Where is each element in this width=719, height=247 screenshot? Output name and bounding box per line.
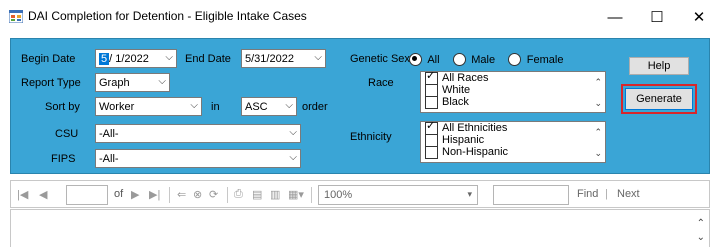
- next-link[interactable]: Next: [617, 188, 640, 200]
- race-item-black[interactable]: Black: [421, 95, 605, 109]
- race-item-label: All Races: [442, 72, 489, 84]
- sort-by-value: Worker: [99, 100, 135, 113]
- zoom-value: 100%: [324, 189, 353, 201]
- report-type-value: Graph: [99, 76, 130, 89]
- generate-button[interactable]: Generate: [625, 88, 693, 110]
- sex-radio-male[interactable]: [452, 53, 466, 67]
- race-listbox[interactable]: All Races White Black ⌃ ⌄: [420, 70, 606, 113]
- ethnicity-listbox[interactable]: All Ethnicities Hispanic Non-Hispanic ⌃ …: [420, 120, 606, 163]
- ethnicity-item-hispanic[interactable]: Hispanic: [421, 133, 605, 147]
- sex-option-all: All: [427, 54, 440, 66]
- ethnicity-item-all[interactable]: All Ethnicities: [421, 120, 605, 135]
- scroll-up-icon[interactable]: ⌃: [594, 77, 602, 88]
- first-page-icon[interactable]: |◀: [17, 188, 28, 201]
- ethnicity-item-label: Non-Hispanic: [442, 146, 509, 158]
- fips-value: -All-: [99, 152, 119, 165]
- genetic-sex-label: Genetic Sex: [350, 53, 410, 65]
- toolbar-separator: [169, 187, 170, 203]
- checkbox-icon[interactable]: [425, 145, 438, 159]
- find-link[interactable]: Find: [577, 188, 598, 200]
- race-item-label: White: [442, 84, 471, 96]
- fips-select[interactable]: -All- ⌵: [95, 149, 301, 168]
- scroll-up-icon[interactable]: ⌃: [594, 127, 602, 138]
- toolbar-separator: [311, 187, 312, 203]
- ethnicity-item-label: Hispanic: [442, 134, 485, 146]
- ethnicity-item-non-hispanic[interactable]: Non-Hispanic: [421, 145, 605, 159]
- print-icon[interactable]: ⎙: [234, 188, 243, 201]
- scroll-down-icon[interactable]: ⌄: [594, 98, 602, 109]
- app-icon: [9, 10, 23, 23]
- scroll-down-icon[interactable]: ⌄: [594, 148, 602, 159]
- toolbar-separator: [227, 187, 228, 203]
- chevron-down-icon: ▾: [467, 189, 472, 199]
- race-item-label: Black: [442, 96, 469, 108]
- scroll-up-icon[interactable]: ⌃: [697, 218, 705, 229]
- csu-value: -All-: [99, 127, 119, 140]
- sex-option-male: Male: [471, 54, 496, 66]
- export-icon[interactable]: ▦▾: [288, 188, 304, 201]
- parameters-panel: Begin Date 5 / 1/2022 ⌵ End Date 5/31/20…: [10, 38, 710, 174]
- stop-icon[interactable]: ⊗: [193, 188, 202, 201]
- chevron-down-icon: ⌵: [289, 127, 297, 138]
- race-label: Race: [368, 77, 394, 89]
- end-date-picker[interactable]: 5/31/2022 ⌵: [241, 49, 326, 68]
- previous-page-icon[interactable]: ◀: [39, 188, 47, 201]
- of-label: of: [114, 188, 124, 200]
- back-icon[interactable]: ⇐: [177, 188, 186, 201]
- chevron-down-icon: ⌵: [190, 100, 198, 111]
- find-separator: |: [605, 188, 608, 200]
- window-title: DAI Completion for Detention - Eligible …: [28, 9, 307, 23]
- chevron-down-icon: ⌵: [158, 76, 166, 87]
- in-label: in: [211, 101, 220, 113]
- race-item-white[interactable]: White: [421, 83, 605, 97]
- sex-option-female: Female: [526, 54, 564, 66]
- order-label: order: [302, 101, 328, 113]
- sort-by-select[interactable]: Worker ⌵: [95, 97, 202, 116]
- race-item-all[interactable]: All Races: [421, 70, 605, 85]
- checkbox-icon[interactable]: [425, 95, 438, 109]
- chevron-down-icon: ⌵: [314, 52, 322, 63]
- find-text-input[interactable]: [493, 185, 569, 205]
- page-setup-icon[interactable]: ▥: [270, 188, 280, 201]
- page-number-input[interactable]: [66, 185, 108, 205]
- report-type-label: Report Type: [21, 77, 81, 89]
- ethnicity-label: Ethnicity: [350, 131, 392, 143]
- next-page-icon[interactable]: ▶: [131, 188, 139, 201]
- csu-label: CSU: [55, 128, 79, 140]
- fips-label: FIPS: [51, 153, 76, 165]
- sex-radio-all[interactable]: [409, 53, 422, 67]
- sex-radio-group: All Male Female: [409, 52, 564, 67]
- begin-date-rest: / 1/2022: [109, 52, 149, 65]
- close-button[interactable]: ✕: [679, 0, 719, 34]
- order-value: ASC: [245, 100, 268, 113]
- end-date-value: 5/31/2022: [245, 52, 294, 65]
- begin-date-month: 5: [99, 52, 110, 65]
- title-bar: DAI Completion for Detention - Eligible …: [0, 0, 719, 34]
- report-viewer-area: ⌃ ⌄: [10, 209, 710, 247]
- refresh-icon[interactable]: ⟳: [209, 188, 218, 201]
- report-type-select[interactable]: Graph ⌵: [95, 73, 170, 92]
- scroll-down-icon[interactable]: ⌄: [697, 232, 705, 243]
- order-select[interactable]: ASC ⌵: [241, 97, 297, 116]
- sort-by-label: Sort by: [45, 101, 80, 113]
- csu-select[interactable]: -All- ⌵: [95, 124, 301, 143]
- minimize-button[interactable]: —: [595, 0, 635, 34]
- maximize-button[interactable]: ☐: [637, 0, 677, 34]
- chevron-down-icon: ⌵: [289, 152, 297, 163]
- begin-date-label: Begin Date: [21, 53, 76, 65]
- sex-radio-female[interactable]: [508, 53, 522, 67]
- help-button[interactable]: Help: [629, 57, 689, 75]
- end-date-label: End Date: [185, 53, 231, 65]
- last-page-icon[interactable]: ▶|: [149, 188, 160, 201]
- begin-date-picker[interactable]: 5 / 1/2022 ⌵: [95, 49, 177, 68]
- print-layout-icon[interactable]: ▤: [252, 188, 262, 201]
- report-toolbar: |◀ ◀ of ▶ ▶| ⇐ ⊗ ⟳ ⎙ ▤ ▥ ▦▾ 100% ▾ Find …: [10, 180, 710, 208]
- zoom-select[interactable]: 100% ▾: [318, 185, 478, 205]
- ethnicity-item-label: All Ethnicities: [442, 122, 508, 134]
- chevron-down-icon: ⌵: [165, 52, 173, 63]
- chevron-down-icon: ⌵: [285, 100, 293, 111]
